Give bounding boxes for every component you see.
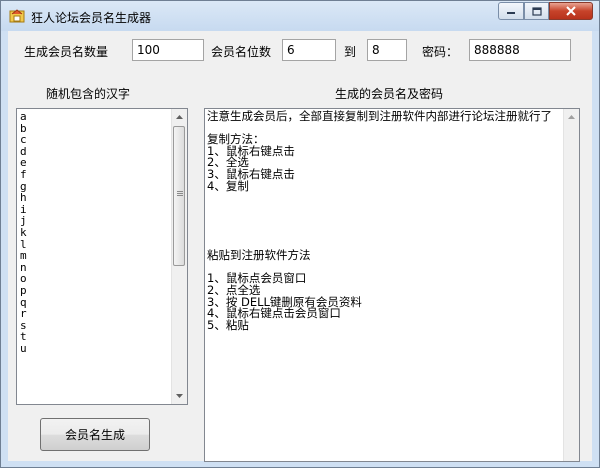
- text-line: [207, 192, 552, 204]
- text-line: 5、粘贴: [207, 317, 249, 332]
- chars-list: abcdefghijklmnopqrstu: [20, 111, 27, 354]
- text-line: [207, 227, 552, 239]
- digits-from-input[interactable]: 6: [282, 39, 336, 61]
- maximize-button[interactable]: [524, 2, 549, 20]
- text-line: 注意生成会员后，全部直接复制到注册软件内部进行论坛注册就行了: [207, 109, 552, 123]
- output-heading: 生成的会员名及密码: [335, 87, 444, 101]
- count-label: 生成会员名数量: [24, 45, 109, 59]
- output-textarea[interactable]: 注意生成会员后，全部直接复制到注册软件内部进行论坛注册就行了 复制方法： 1、鼠标右…: [204, 108, 580, 462]
- password-label: 密码：: [422, 45, 459, 59]
- digits-label: 会员名位数: [211, 45, 272, 59]
- close-icon: [566, 6, 576, 16]
- text-line: 粘贴到注册软件方法: [207, 248, 311, 263]
- generate-button[interactable]: 会员名生成: [40, 418, 150, 451]
- text-line: 4、复制: [207, 178, 249, 193]
- window-title: 狂人论坛会员名生成器: [31, 11, 152, 25]
- arrow-down-icon: [176, 394, 183, 398]
- list-item[interactable]: a: [20, 111, 27, 123]
- scroll-down-arrow[interactable]: [172, 388, 187, 404]
- count-input[interactable]: 100: [132, 39, 204, 61]
- text-line: 3、鼠标右键点击: [207, 166, 295, 181]
- scroll-up-arrow[interactable]: [172, 109, 187, 125]
- output-scrollbar[interactable]: [563, 109, 579, 461]
- list-item[interactable]: m: [20, 250, 27, 262]
- app-window: 狂人论坛会员名生成器 生成会员名数量 100 会员名位数 6 到 8 密码： 8…: [0, 0, 600, 468]
- minimize-button[interactable]: [498, 2, 524, 20]
- chars-heading: 随机包含的汉字: [46, 87, 131, 101]
- arrow-up-icon: [568, 115, 575, 119]
- list-item[interactable]: f: [20, 169, 27, 181]
- client-area: 生成会员名数量 100 会员名位数 6 到 8 密码： 888888 随机包含的…: [8, 31, 592, 462]
- app-icon: [9, 9, 25, 23]
- scroll-thumb[interactable]: [173, 126, 185, 266]
- digits-to-input[interactable]: 8: [367, 39, 407, 61]
- password-input[interactable]: 888888: [469, 39, 571, 61]
- text-line: [207, 204, 552, 216]
- minimize-icon: [507, 12, 515, 14]
- text-line: 1、鼠标右键点击: [207, 143, 295, 158]
- maximize-icon: [531, 6, 542, 16]
- list-item[interactable]: h: [20, 192, 27, 204]
- text-line: 4、鼠标右键点击会员窗口: [207, 306, 341, 321]
- output-text: 注意生成会员后，全部直接复制到注册软件内部进行论坛注册就行了 复制方法： 1、鼠标右…: [207, 109, 552, 332]
- chars-scrollbar[interactable]: [171, 109, 187, 404]
- text-line: [207, 215, 552, 227]
- to-label: 到: [344, 45, 357, 59]
- close-button[interactable]: [549, 2, 593, 20]
- chars-listbox[interactable]: abcdefghijklmnopqrstu: [16, 108, 188, 405]
- list-item[interactable]: r: [20, 308, 27, 320]
- title-bar[interactable]: 狂人论坛会员名生成器: [1, 1, 599, 31]
- arrow-up-icon: [176, 115, 183, 119]
- list-item[interactable]: p: [20, 285, 27, 297]
- output-scroll-up-arrow[interactable]: [564, 109, 579, 125]
- list-item[interactable]: k: [20, 227, 27, 239]
- list-item[interactable]: u: [20, 343, 27, 355]
